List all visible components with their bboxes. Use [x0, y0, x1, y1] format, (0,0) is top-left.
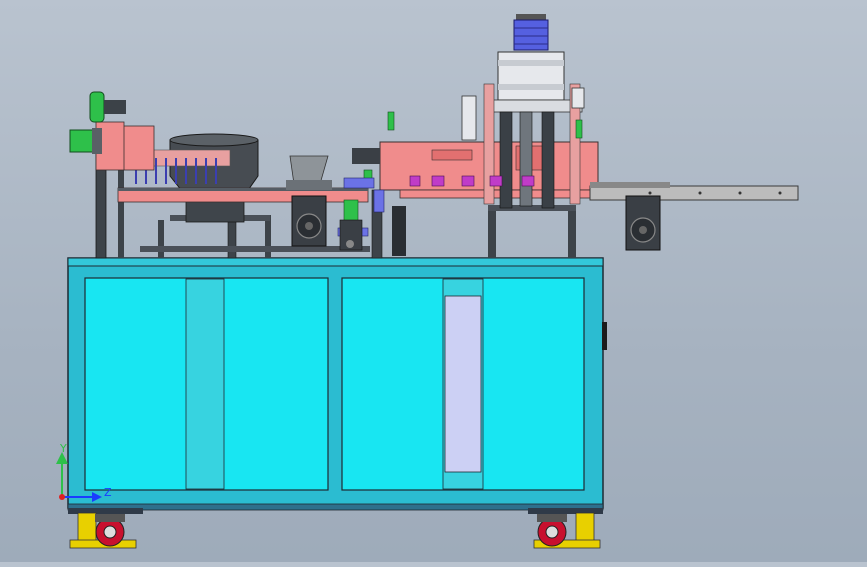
caster-right	[528, 508, 603, 549]
door-window	[444, 295, 482, 473]
cabinet-base-strip	[67, 503, 604, 511]
machine-drawing: Y Z	[56, 14, 799, 549]
caster-left	[68, 508, 143, 549]
cabinet-switch	[602, 322, 607, 350]
servo-motor-right	[625, 195, 661, 251]
door-left-divider	[185, 278, 225, 490]
z-axis-label: Z	[104, 486, 112, 499]
cad-viewport[interactable]: Y Z	[0, 0, 867, 562]
y-axis-label: Y	[59, 442, 67, 455]
cylinder-cap	[513, 19, 549, 51]
chute	[286, 155, 332, 190]
servo-motor-left	[291, 195, 327, 247]
output-conveyor	[589, 185, 799, 201]
cabinet	[67, 257, 607, 511]
cabinet-top-rail	[67, 257, 604, 267]
